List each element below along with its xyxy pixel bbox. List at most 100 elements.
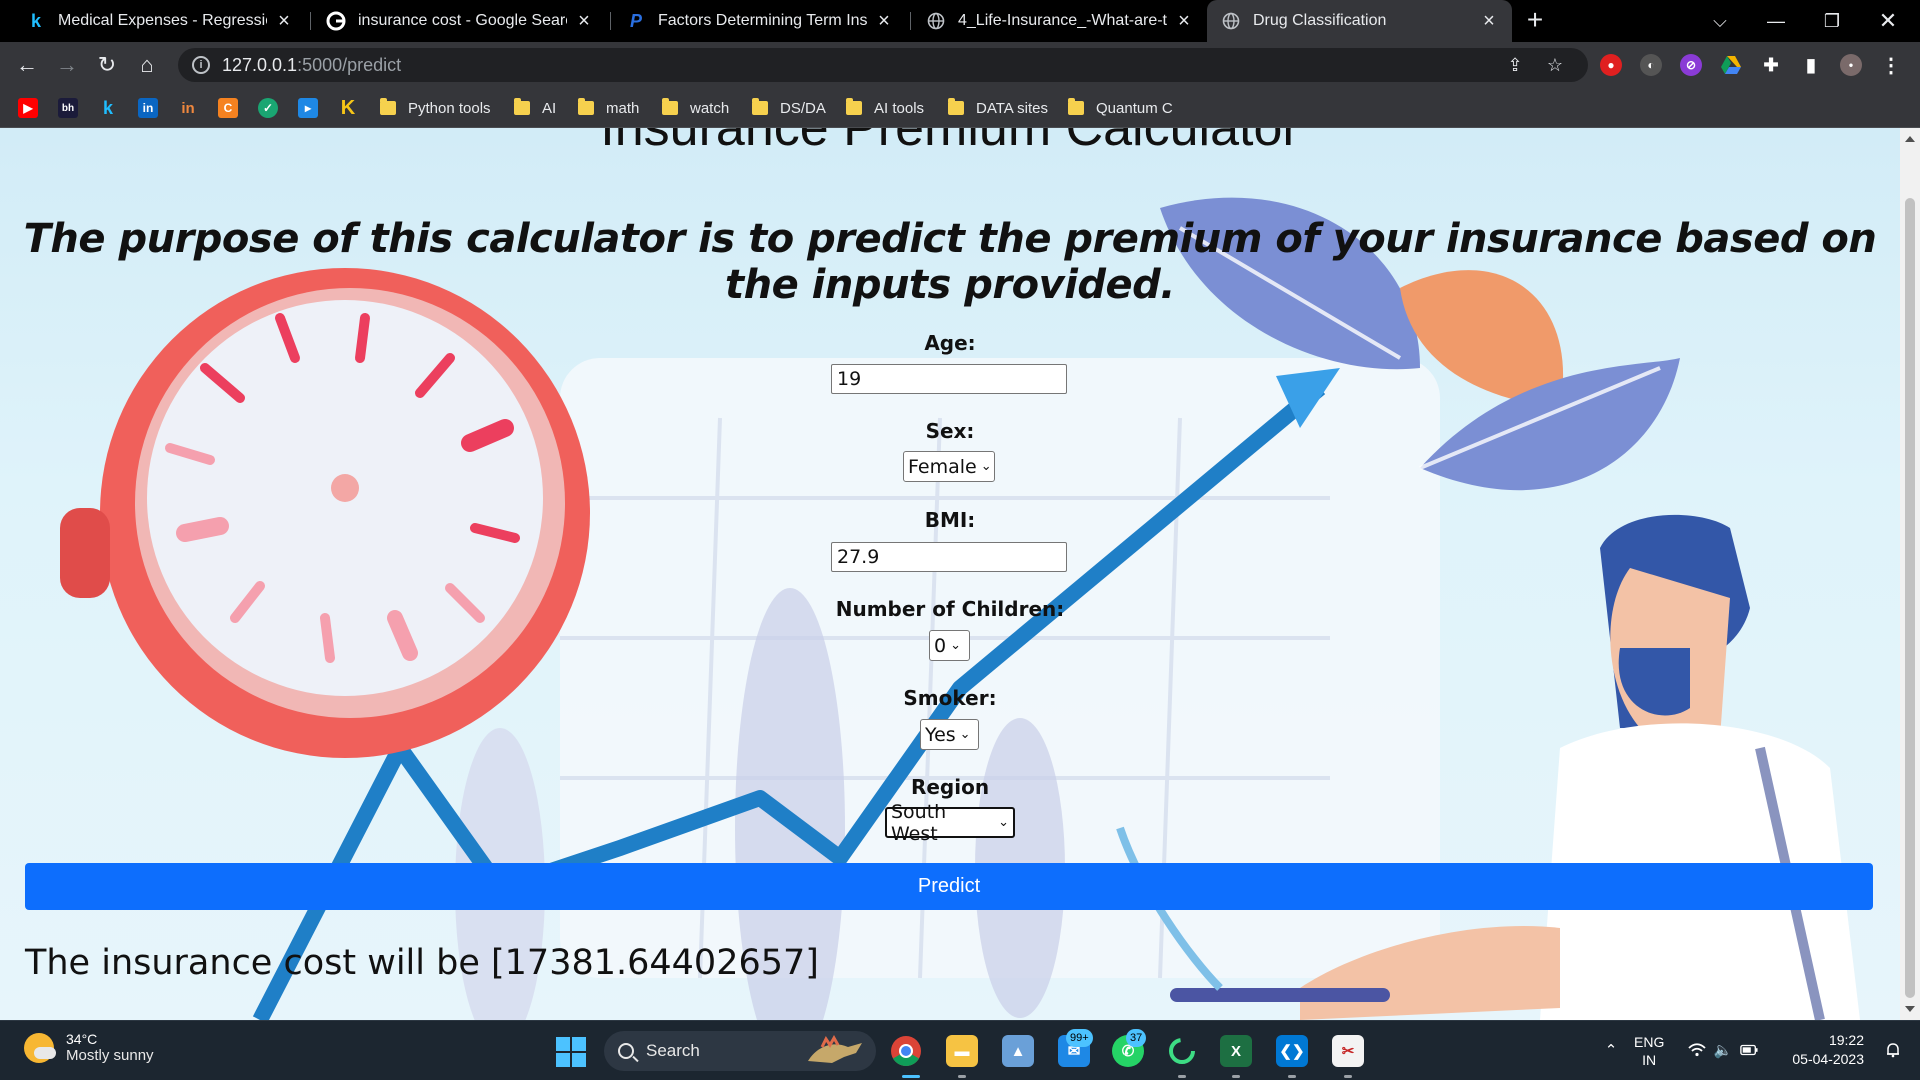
battery-icon[interactable] <box>1740 1041 1758 1059</box>
bookmark-star-icon[interactable]: ☆ <box>1544 54 1566 76</box>
bookmark-folder-data-sites[interactable]: DATA sites <box>948 88 1048 128</box>
notification-bell-icon[interactable] <box>1884 1041 1902 1059</box>
chrome-icon[interactable] <box>890 1035 922 1067</box>
profile-avatar[interactable]: • <box>1840 54 1862 76</box>
bookmark-folder-ds-da[interactable]: DS/DA <box>752 88 826 128</box>
wifi-icon[interactable] <box>1688 1041 1706 1059</box>
reload-icon[interactable]: ↻ <box>92 50 122 80</box>
clock-date: 05-04-2023 <box>1792 1051 1864 1067</box>
active-app-indicator <box>902 1075 920 1078</box>
bookmark-label: Quantum C <box>1096 99 1173 117</box>
in-icon[interactable]: in <box>178 98 198 118</box>
taskbar-search-label: Search <box>646 1041 700 1060</box>
bookmark-folder-math[interactable]: math <box>578 88 639 128</box>
weather-widget[interactable]: 34°C Mostly sunny <box>24 1031 154 1064</box>
prediction-result: The insurance cost will be [17381.644026… <box>25 943 819 983</box>
volume-icon[interactable]: 🔈 <box>1714 1041 1733 1059</box>
linkedin-icon[interactable]: in <box>138 98 158 118</box>
close-icon[interactable]: × <box>1480 10 1498 33</box>
bookmark-folder-ai[interactable]: AI <box>514 88 556 128</box>
bh-icon[interactable]: bh <box>58 98 78 118</box>
close-icon[interactable]: × <box>275 10 293 33</box>
age-input[interactable] <box>831 364 1067 394</box>
paypal-p-icon: P <box>629 10 642 31</box>
new-tab-button[interactable]: + <box>1520 6 1550 36</box>
bmi-input[interactable] <box>831 542 1067 572</box>
tab-medical-expenses[interactable]: k Medical Expenses - Regression M × <box>12 0 307 42</box>
vscode-icon[interactable]: ❮❯ <box>1276 1035 1308 1067</box>
video-icon[interactable]: ▸ <box>298 98 318 118</box>
chevron-up-icon[interactable]: ⌃ <box>1602 1041 1620 1059</box>
smoker-select-value: Yes <box>925 723 956 746</box>
scroll-down-arrow-icon[interactable] <box>1905 1006 1915 1012</box>
extension-screen-icon[interactable]: ◐ <box>1640 54 1662 76</box>
url-host: 127.0.0.1 <box>222 54 298 75</box>
tab-factors-term-insurance[interactable]: P Factors Determining Term Insurar × <box>612 0 907 42</box>
bookmark-label: AI <box>542 99 557 117</box>
shield-icon[interactable]: ✓ <box>258 98 278 118</box>
tab-search-chevron-icon[interactable]: ⌵ <box>1692 0 1748 42</box>
scrollbar-thumb[interactable] <box>1905 198 1915 998</box>
close-icon[interactable]: × <box>1175 10 1193 33</box>
home-icon[interactable]: ⌂ <box>132 50 162 80</box>
system-tray: ⌃ ENG IN 🔈 19:22 05-04-2023 <box>1592 1021 1920 1080</box>
photos-icon[interactable]: ▲ <box>1002 1035 1034 1067</box>
google-drive-icon[interactable] <box>1720 54 1742 76</box>
address-bar[interactable]: i 127.0.0.1:5000/predict ⇪ ☆ <box>178 48 1588 82</box>
file-explorer-icon[interactable]: ▬ <box>946 1035 978 1067</box>
tab-drug-classification[interactable]: Drug Classification × <box>1207 0 1512 42</box>
share-icon[interactable]: ⇪ <box>1504 54 1526 76</box>
page-viewport: Insurance Premium Calculator The purpose… <box>0 128 1900 1020</box>
running-app-indicator <box>1288 1075 1296 1078</box>
taskbar-clock[interactable]: 19:22 05-04-2023 <box>1788 1031 1864 1069</box>
page-scrollbar[interactable] <box>1900 128 1920 1020</box>
bookmark-folder-ai-tools[interactable]: AI tools <box>846 88 924 128</box>
bookmark-folder-python-tools[interactable]: Python tools <box>380 88 491 128</box>
tab-insurance-cost-search[interactable]: insurance cost - Google Search × <box>312 0 607 42</box>
menu-kebab-icon[interactable]: ⋮ <box>1880 54 1902 77</box>
snipping-tool-icon[interactable]: ✂ <box>1332 1035 1364 1067</box>
predict-button[interactable]: Predict <box>25 863 1873 910</box>
close-window-icon[interactable]: ✕ <box>1860 0 1916 42</box>
forward-arrow-icon[interactable]: → <box>52 50 82 80</box>
tab-life-insurance[interactable]: 4_Life-Insurance_-What-are-the-F × <box>912 0 1207 42</box>
bookmark-label: math <box>606 99 640 117</box>
region-select-value: South West <box>891 800 947 845</box>
site-info-icon[interactable]: i <box>192 56 210 74</box>
language-indicator[interactable]: ENG IN <box>1634 1033 1664 1069</box>
restore-icon[interactable]: ❐ <box>1804 0 1860 42</box>
smoker-label: Smoker: <box>903 686 997 710</box>
bookmark-folder-quantum-c[interactable]: Quantum C <box>1068 88 1173 128</box>
region-select[interactable]: South West ⌄ <box>885 801 1015 845</box>
bookmark-folder-watch[interactable]: watch <box>662 88 729 128</box>
globe-icon <box>926 11 946 31</box>
smoker-select[interactable]: Yes ⌄ <box>920 719 979 750</box>
extensions-puzzle-icon[interactable]: ✚ <box>1760 54 1782 76</box>
taskbar-search[interactable]: Search <box>604 1031 876 1071</box>
youtube-icon[interactable]: ▶ <box>18 98 38 118</box>
bookmark-label: AI tools <box>874 99 925 117</box>
k-icon[interactable]: K <box>338 97 358 119</box>
sex-select[interactable]: Female ⌄ <box>903 451 995 482</box>
extension-compass-icon[interactable]: ⊘ <box>1680 54 1702 76</box>
chevron-down-icon: ⌄ <box>959 727 971 742</box>
children-select[interactable]: 0 ⌄ <box>929 630 970 661</box>
side-panel-icon[interactable]: ▮ <box>1800 54 1822 76</box>
running-app-indicator <box>1344 1075 1352 1078</box>
weather-temperature: 34°C <box>66 1031 98 1047</box>
close-icon[interactable]: × <box>875 10 893 33</box>
children-select-value: 0 <box>934 634 947 657</box>
c-icon[interactable]: C <box>218 98 238 118</box>
scroll-up-arrow-icon[interactable] <box>1905 136 1915 142</box>
loader-app-icon[interactable] <box>1166 1035 1198 1067</box>
close-icon[interactable]: × <box>575 10 593 33</box>
kaggle-icon[interactable]: k <box>98 98 118 118</box>
chevron-down-icon: ⌄ <box>998 815 1009 830</box>
extension-red-icon[interactable]: ● <box>1600 54 1622 76</box>
windows-start-icon[interactable] <box>556 1037 586 1067</box>
back-arrow-icon[interactable]: ← <box>12 50 42 80</box>
excel-icon[interactable]: X <box>1220 1035 1252 1067</box>
tab-title: Factors Determining Term Insurar <box>658 12 867 29</box>
folder-icon <box>514 98 530 115</box>
minimize-icon[interactable]: — <box>1748 0 1804 42</box>
